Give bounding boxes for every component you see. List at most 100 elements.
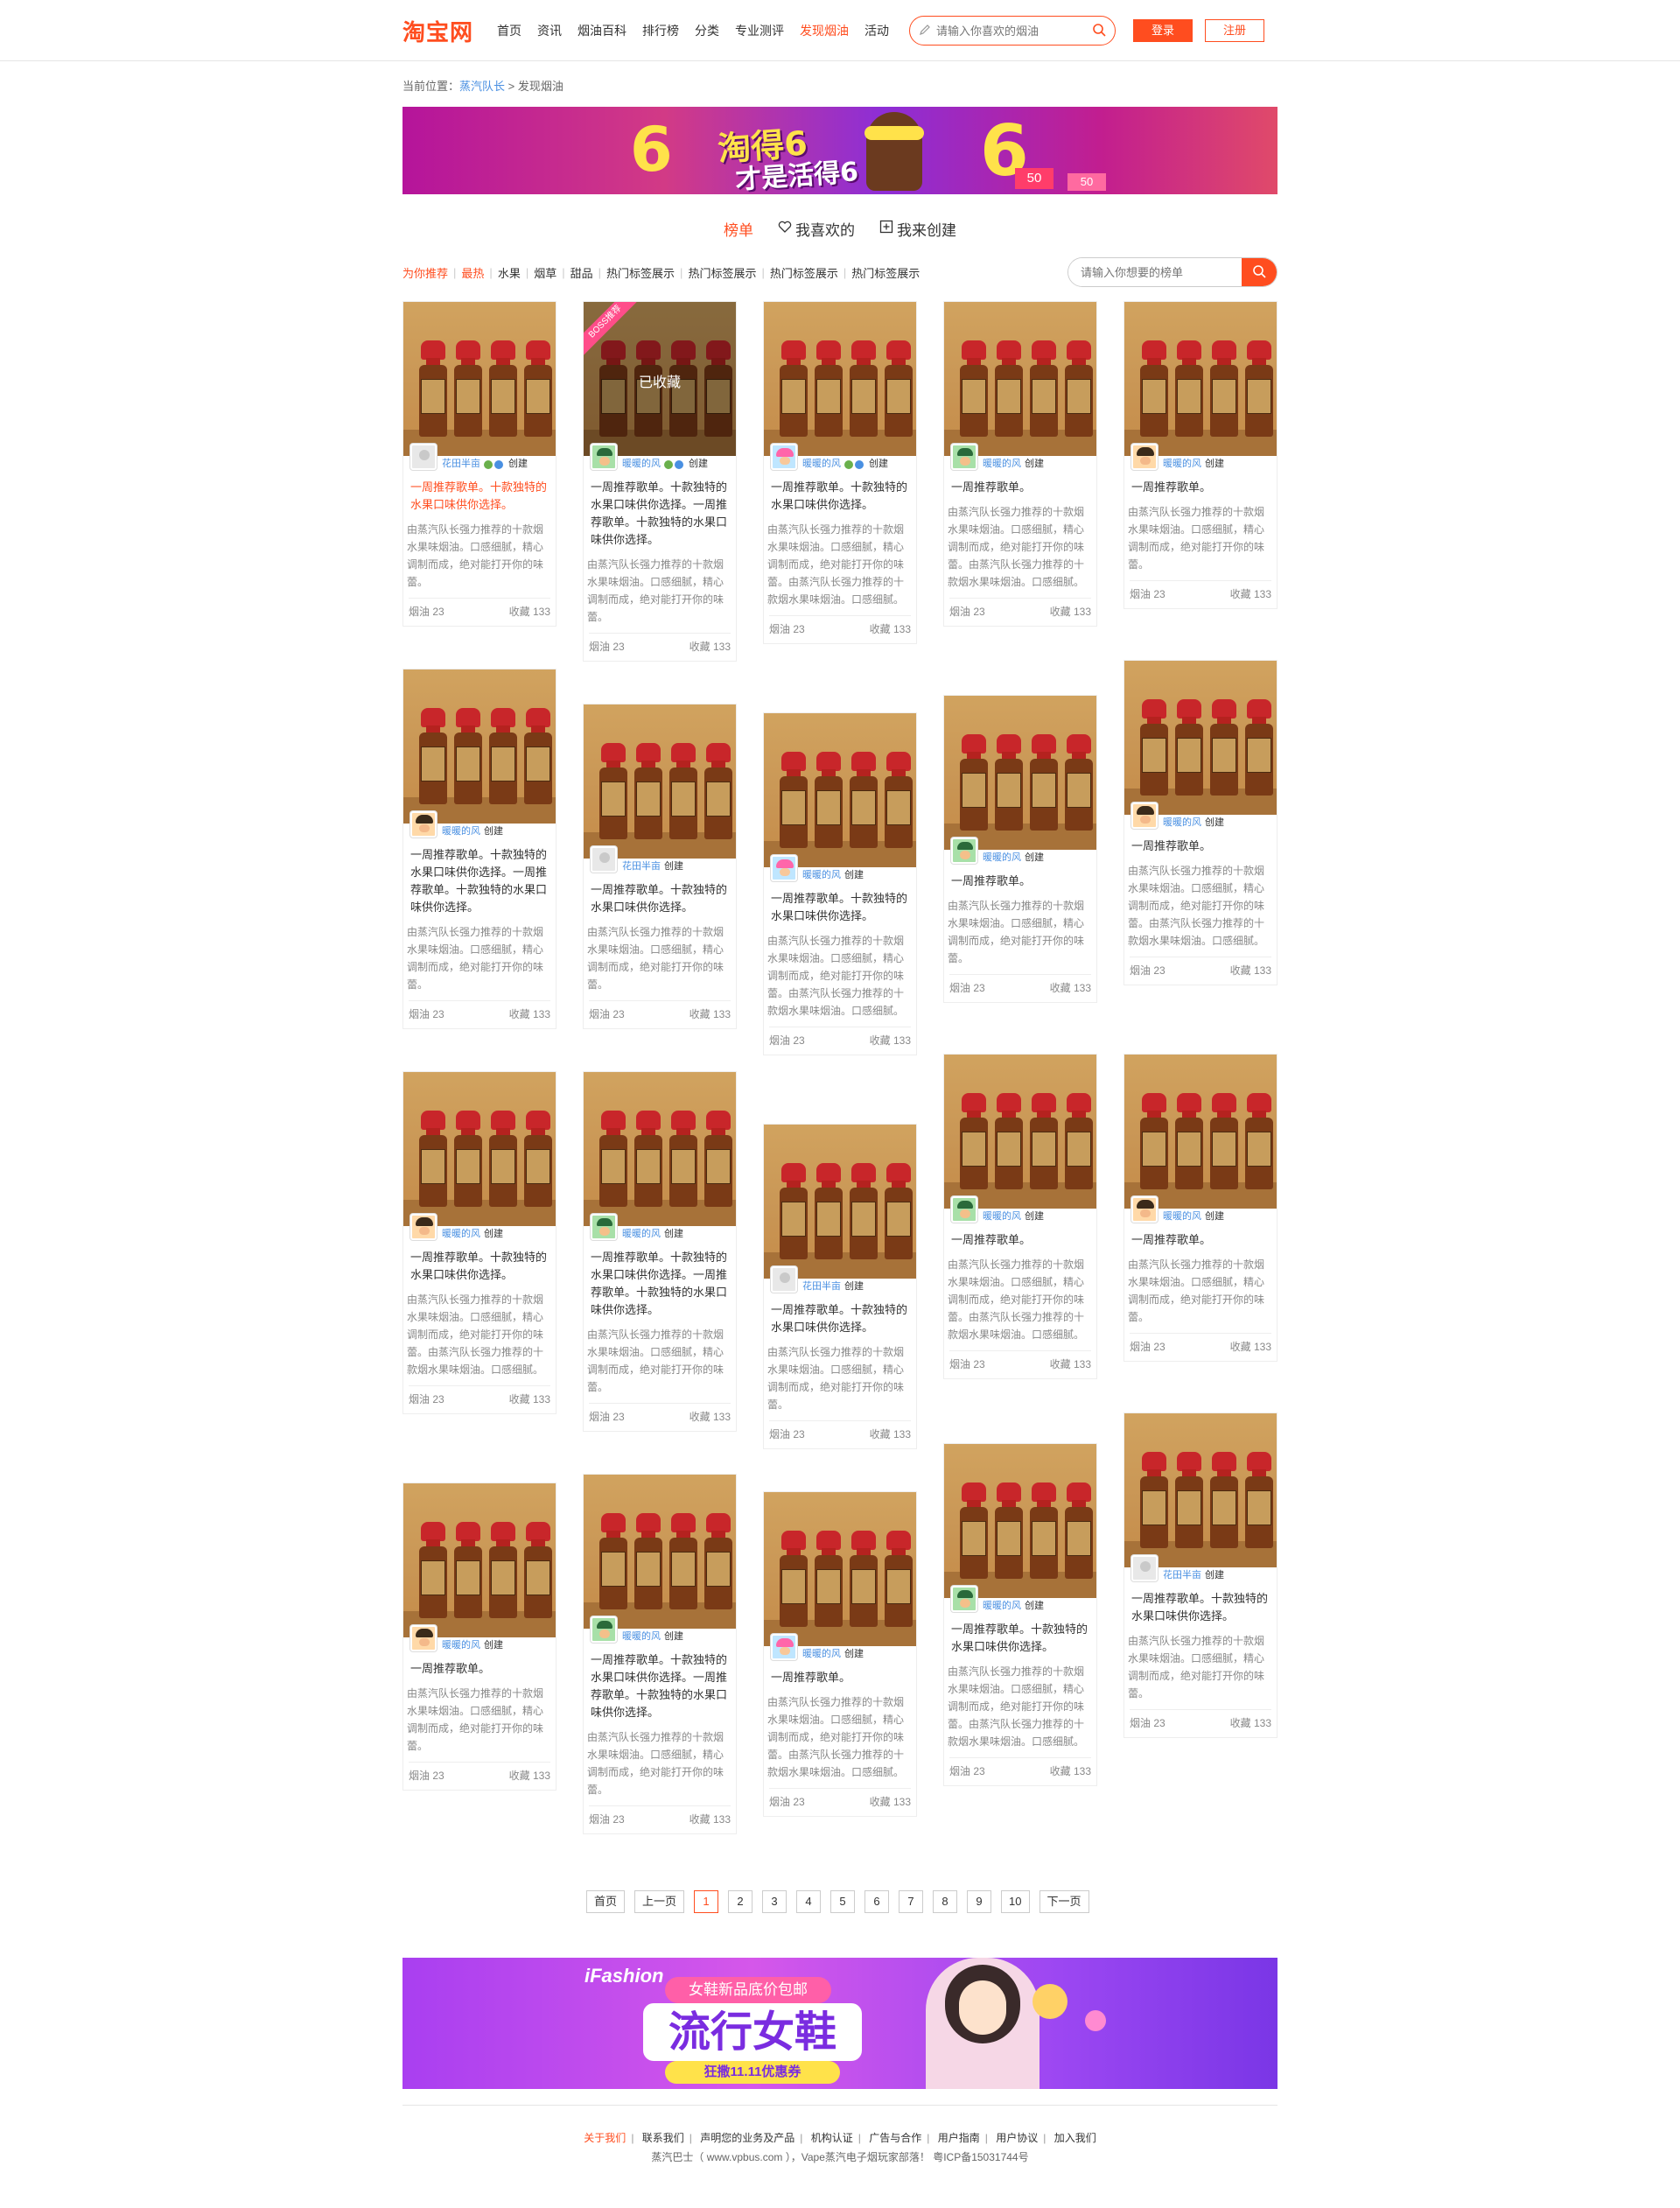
card-title[interactable]: 一周推荐歌单。 — [403, 1651, 556, 1678]
card-product-image[interactable] — [584, 704, 736, 859]
favorite-count[interactable]: 收藏 133 — [1050, 980, 1091, 995]
card-title[interactable]: 一周推荐歌单。十款独特的水果口味供你选择。 — [403, 470, 556, 514]
card-title[interactable]: 一周推荐歌单。 — [1124, 1223, 1277, 1249]
card-product-image[interactable] — [584, 1475, 736, 1629]
site-logo[interactable]: 淘宝网 — [402, 15, 473, 47]
footer-about[interactable]: 关于我们 — [584, 2132, 626, 2144]
card-title[interactable]: 一周推荐歌单。 — [1124, 829, 1277, 855]
card-title[interactable]: 一周推荐歌单。十款独特的水果口味供你选择。一周推荐歌单。十款独特的水果口味供你选… — [403, 838, 556, 916]
avatar[interactable] — [771, 1634, 797, 1660]
footer-contact[interactable]: 联系我们 — [642, 2132, 684, 2144]
avatar[interactable] — [410, 1214, 437, 1240]
card-product-image[interactable] — [403, 669, 556, 824]
favorite-count[interactable]: 收藏 133 — [690, 639, 731, 654]
filter-tobacco[interactable]: 烟草 — [534, 264, 556, 281]
card-product-image[interactable] — [1124, 661, 1277, 815]
author-name[interactable]: 暖暖的风 — [442, 1226, 480, 1240]
list-search-button[interactable] — [1242, 258, 1277, 286]
card-product-image[interactable] — [944, 1444, 1096, 1598]
card-product-image[interactable]: 已收藏 BOSS推荐 — [584, 302, 736, 456]
playlist-card[interactable]: 暖暖的风 创建 一周推荐歌单。十款独特的水果口味供你选择。 由蒸汽队长强力推荐的十款烟… — [402, 1071, 556, 1414]
favorite-count[interactable]: 收藏 133 — [509, 1768, 550, 1783]
playlist-card[interactable]: 暖暖的风 创建 一周推荐歌单。十款独特的水果口味供你选择。 由蒸汽队长强力推荐的十款烟… — [763, 712, 917, 1055]
author-name[interactable]: 花田半亩 — [442, 456, 480, 470]
card-product-image[interactable] — [1124, 1413, 1277, 1567]
list-search-input[interactable] — [1068, 258, 1242, 286]
nav-review[interactable]: 专业测评 — [735, 22, 784, 39]
page-2[interactable]: 2 — [728, 1890, 753, 1913]
card-title[interactable]: 一周推荐歌单。十款独特的水果口味供你选择。 — [584, 873, 736, 916]
favorite-count[interactable]: 收藏 133 — [690, 1006, 731, 1021]
favorite-count[interactable]: 收藏 133 — [1230, 963, 1271, 978]
avatar[interactable] — [1131, 1196, 1158, 1223]
search-icon[interactable] — [1092, 23, 1106, 39]
author-name[interactable]: 暖暖的风 — [802, 456, 841, 470]
author-name[interactable]: 暖暖的风 — [622, 1226, 661, 1240]
playlist-card[interactable]: 暖暖的风 创建 一周推荐歌单。十款独特的水果口味供你选择。一周推荐歌单。十款独特的水… — [583, 1071, 737, 1432]
playlist-card[interactable]: 暖暖的风 创建 一周推荐歌单。 由蒸汽队长强力推荐的十款烟水果味烟油。口感细腻，精心调… — [763, 1491, 917, 1817]
page-9[interactable]: 9 — [967, 1890, 992, 1913]
card-title[interactable]: 一周推荐歌单。十款独特的水果口味供你选择。 — [764, 470, 916, 514]
avatar[interactable] — [410, 1625, 437, 1651]
card-product-image[interactable] — [764, 1125, 916, 1279]
filter-dessert[interactable]: 甜品 — [570, 264, 593, 281]
author-name[interactable]: 暖暖的风 — [1163, 815, 1201, 829]
nav-news[interactable]: 资讯 — [537, 22, 562, 39]
author-name[interactable]: 花田半亩 — [622, 859, 661, 873]
card-product-image[interactable] — [764, 713, 916, 867]
footer-join[interactable]: 加入我们 — [1054, 2132, 1096, 2144]
avatar[interactable] — [410, 444, 437, 470]
favorite-count[interactable]: 收藏 133 — [870, 621, 911, 636]
filter-recommended[interactable]: 为你推荐 — [402, 264, 448, 281]
footer-ads[interactable]: 广告与合作 — [869, 2132, 921, 2144]
card-title[interactable]: 一周推荐歌单。 — [764, 1660, 916, 1686]
page-prev[interactable]: 上一页 — [634, 1890, 685, 1913]
playlist-card[interactable]: 已收藏 BOSS推荐 暖暖的风 创建 一周推荐歌单。十款独特的水果口味供你选择。一周推荐… — [583, 301, 737, 662]
favorite-count[interactable]: 收藏 133 — [1230, 586, 1271, 601]
playlist-card[interactable]: 暖暖的风 创建 一周推荐歌单。十款独特的水果口味供你选择。一周推荐歌单。十款独特的水… — [402, 669, 556, 1029]
avatar[interactable] — [771, 855, 797, 881]
card-product-image[interactable] — [403, 1072, 556, 1226]
playlist-card[interactable]: 花田半亩 创建 一周推荐歌单。十款独特的水果口味供你选择。 由蒸汽队长强力推荐的十款烟… — [763, 1124, 917, 1449]
avatar[interactable] — [410, 811, 437, 838]
playlist-card[interactable]: 花田半亩 创建 一周推荐歌单。十款独特的水果口味供你选择。 由蒸汽队长强力推荐的十款烟… — [583, 704, 737, 1029]
footer-agreement[interactable]: 用户协议 — [996, 2132, 1038, 2144]
avatar[interactable] — [951, 444, 977, 470]
favorite-count[interactable]: 收藏 133 — [690, 1409, 731, 1424]
author-name[interactable]: 暖暖的风 — [1163, 456, 1201, 470]
playlist-card[interactable]: 花田半亩 创建 一周推荐歌单。十款独特的水果口味供你选择。 由蒸汽队长强力推荐的十款烟… — [1124, 1412, 1278, 1738]
avatar[interactable] — [1131, 803, 1158, 829]
playlist-card[interactable]: 暖暖的风 创建 一周推荐歌单。十款独特的水果口味供你选择。一周推荐歌单。十款独特的水… — [583, 1474, 737, 1834]
filter-fruit[interactable]: 水果 — [498, 264, 521, 281]
favorite-count[interactable]: 收藏 133 — [509, 1006, 550, 1021]
filter-hot-tag-1[interactable]: 热门标签展示 — [606, 264, 675, 281]
favorite-count[interactable]: 收藏 133 — [1050, 1763, 1091, 1778]
card-product-image[interactable] — [944, 302, 1096, 456]
avatar[interactable] — [951, 838, 977, 864]
card-title[interactable]: 一周推荐歌单。 — [944, 470, 1096, 496]
filter-hot-tag-2[interactable]: 热门标签展示 — [688, 264, 756, 281]
filter-hot-tag-3[interactable]: 热门标签展示 — [770, 264, 838, 281]
top-promo-banner[interactable]: 6 淘得6 才是活得6 6 50 50 — [402, 107, 1278, 194]
favorite-count[interactable]: 收藏 133 — [870, 1426, 911, 1441]
playlist-card[interactable]: 暖暖的风 创建 一周推荐歌单。 由蒸汽队长强力推荐的十款烟水果味烟油。口感细腻，精心调… — [1124, 1054, 1278, 1362]
card-title[interactable]: 一周推荐歌单。 — [944, 1223, 1096, 1249]
card-title[interactable]: 一周推荐歌单。十款独特的水果口味供你选择。一周推荐歌单。十款独特的水果口味供你选… — [584, 1240, 736, 1319]
card-product-image[interactable] — [764, 302, 916, 456]
breadcrumb-parent[interactable]: 蒸汽队长 — [459, 80, 505, 93]
nav-home[interactable]: 首页 — [497, 22, 522, 39]
card-title[interactable]: 一周推荐歌单。十款独特的水果口味供你选择。一周推荐歌单。十款独特的水果口味供你选… — [584, 1643, 736, 1721]
card-title[interactable]: 一周推荐歌单。十款独特的水果口味供你选择。 — [764, 1293, 916, 1336]
page-8[interactable]: 8 — [933, 1890, 958, 1913]
page-7[interactable]: 7 — [899, 1890, 924, 1913]
author-name[interactable]: 暖暖的风 — [983, 1209, 1021, 1223]
favorite-count[interactable]: 收藏 133 — [509, 1391, 550, 1406]
playlist-card[interactable]: 暖暖的风 创建 一周推荐歌单。 由蒸汽队长强力推荐的十款烟水果味烟油。口感细腻，精心调… — [1124, 660, 1278, 985]
author-name[interactable]: 暖暖的风 — [802, 1646, 841, 1660]
author-name[interactable]: 暖暖的风 — [622, 456, 661, 470]
author-name[interactable]: 暖暖的风 — [1163, 1209, 1201, 1223]
favorite-count[interactable]: 收藏 133 — [1230, 1339, 1271, 1354]
card-product-image[interactable] — [764, 1492, 916, 1646]
avatar[interactable] — [771, 444, 797, 470]
favorite-count[interactable]: 收藏 133 — [1230, 1715, 1271, 1730]
